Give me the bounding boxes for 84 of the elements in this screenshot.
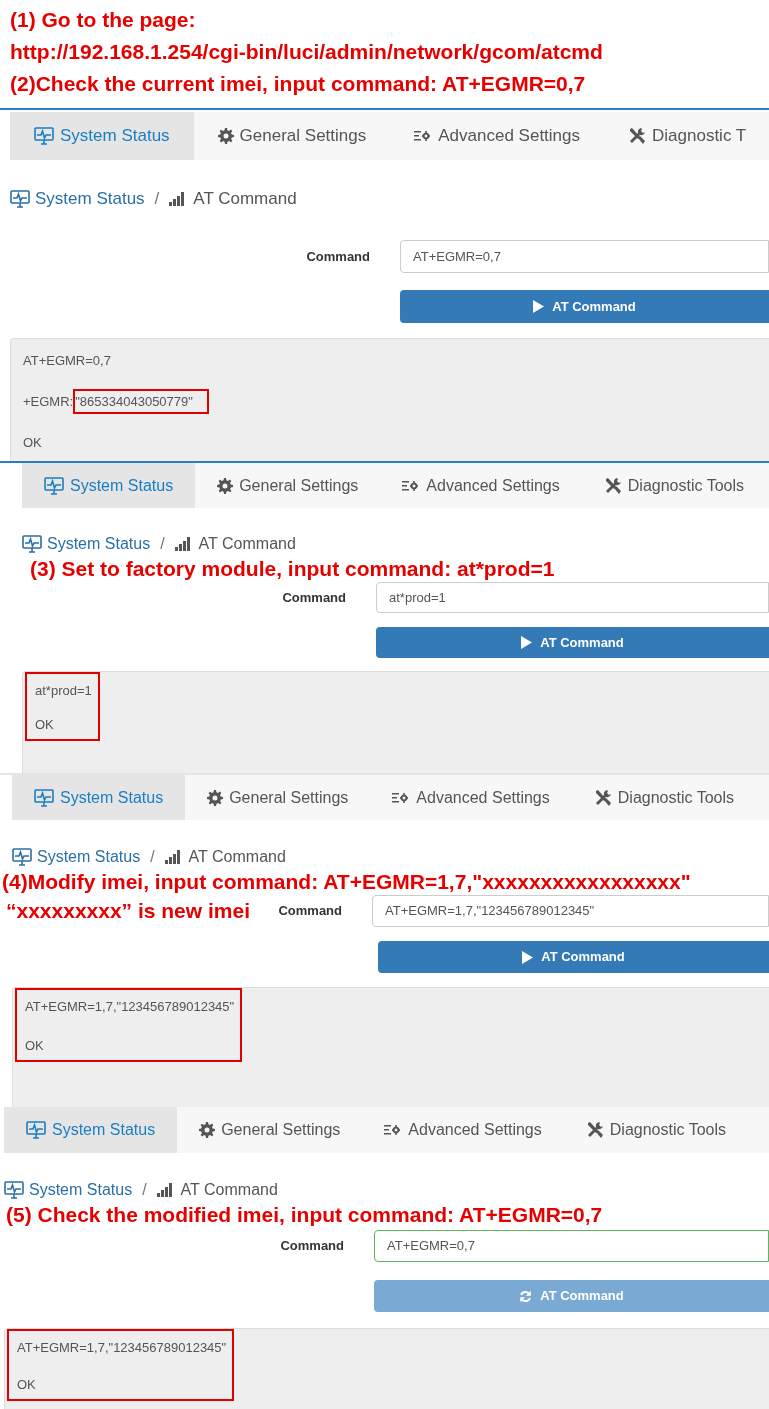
field-label: Command [280,1237,344,1256]
breadcrumb-separator: / [150,847,155,867]
monitor-icon [34,127,54,145]
gear-icon [217,128,234,144]
field-label: Command [282,588,346,607]
monitor-icon [34,788,54,807]
gear-icon [217,477,234,494]
breadcrumb-separator: / [142,1180,147,1200]
monitor-icon [44,476,64,495]
command-field[interactable]: at*prod=1 [376,582,769,613]
output-line: OK [25,1037,44,1054]
output-line: AT+EGMR=0,7 [23,352,111,369]
monitor-icon [10,190,30,208]
monitor-icon [12,848,32,866]
output-line: at*prod=1 [35,682,92,699]
nav-tab[interactable]: System Status [22,463,196,508]
field-label: Command [278,902,342,921]
output-line: +EGMR: [23,393,74,410]
output-line: OK [17,1376,36,1393]
output-line: AT+EGMR=1,7,"123456789012345" [25,998,235,1015]
monitor-icon [4,1181,24,1199]
nav-tab[interactable]: Diagnostic Tools [563,1107,748,1153]
list-gear-icon [414,129,433,143]
breadcrumb-current: AT Command [180,1180,278,1200]
output-line: OK [23,434,42,451]
signal-icon [174,537,191,551]
instruction-text: (1) Go to the page: [10,7,197,33]
play-icon [522,950,534,964]
tools-icon [585,1121,604,1139]
breadcrumb-current: AT Command [198,534,296,554]
breadcrumb-current: AT Command [188,847,286,867]
signal-icon [156,1183,173,1197]
nav-tab[interactable]: General Settings [193,112,391,160]
output-line: OK [35,716,54,733]
gear-icon [207,789,224,806]
list-gear-icon [384,1123,403,1137]
breadcrumb-link[interactable]: System Status [4,1178,133,1202]
signal-icon [164,850,181,864]
command-field[interactable]: AT+EGMR=0,7 [400,240,769,273]
nav-tab[interactable]: Diagnostic T [604,112,769,160]
play-icon [521,636,533,649]
breadcrumb-link[interactable]: System Status [22,532,151,556]
annotation-text: (3) Set to factory module, input command: at*prod=1 [30,556,555,582]
instruction-text: http://192.168.1.254/cgi-bin/luci/admin/network/gcom/atcmd [10,39,604,65]
list-gear-icon [402,478,421,493]
nav-tab[interactable]: System Status [4,1107,178,1153]
nav-tab[interactable]: General Settings [185,775,371,820]
monitor-icon [22,535,42,553]
breadcrumb-separator: / [154,188,160,211]
nav-tab[interactable]: General Settings [177,1107,363,1153]
breadcrumb-current: AT Command [193,188,297,211]
nav-tab[interactable]: Diagnostic Tools [571,775,756,820]
at-command-button[interactable]: AT Command [400,290,769,323]
instruction-text: (2)Check the current imei, input command: AT+EGMR=0,7 [10,71,587,97]
breadcrumb-link[interactable]: System Status [12,845,141,869]
nav-tab[interactable]: System Status [10,112,194,160]
tools-icon [603,476,622,495]
nav-tab[interactable]: General Settings [195,463,381,508]
nav-tab[interactable]: Advanced Settings [370,775,572,820]
nav-tab[interactable]: Diagnostic Tools [581,463,766,508]
signal-icon [169,192,186,206]
nav-tab[interactable]: System Status [12,775,186,820]
tools-icon [593,788,612,807]
annotation-text: “xxxxxxxxx” is new imei [6,898,250,925]
imei-value: "865334043050779" [73,389,209,414]
command-field[interactable]: AT+EGMR=0,7 [374,1230,769,1262]
refresh-icon [519,1289,533,1303]
play-icon [533,300,545,313]
field-label: Command [306,247,370,266]
breadcrumb-separator: / [160,534,165,554]
nav-tab[interactable]: Advanced Settings [362,1107,564,1153]
output-line: AT+EGMR=1,7,"123456789012345" [17,1339,227,1356]
list-gear-icon [392,790,411,805]
command-field[interactable]: AT+EGMR=1,7,"123456789012345" [372,895,769,927]
nav-tab[interactable]: Advanced Settings [380,463,582,508]
monitor-icon [26,1121,46,1139]
tools-icon [628,127,646,145]
nav-tab[interactable]: Advanced Settings [390,112,604,160]
at-command-button[interactable]: AT Command [378,941,769,973]
annotation-text: (5) Check the modified imei, input command: AT+EGMR=0,7 [6,1202,603,1228]
annotation-text: (4)Modify imei, input command: AT+EGMR=1,7,"xxxxxxxxxxxxxxxxx" [2,869,691,895]
breadcrumb-link[interactable]: System Status [10,186,145,212]
at-command-button[interactable]: AT Command [376,627,769,658]
gear-icon [199,1122,216,1138]
